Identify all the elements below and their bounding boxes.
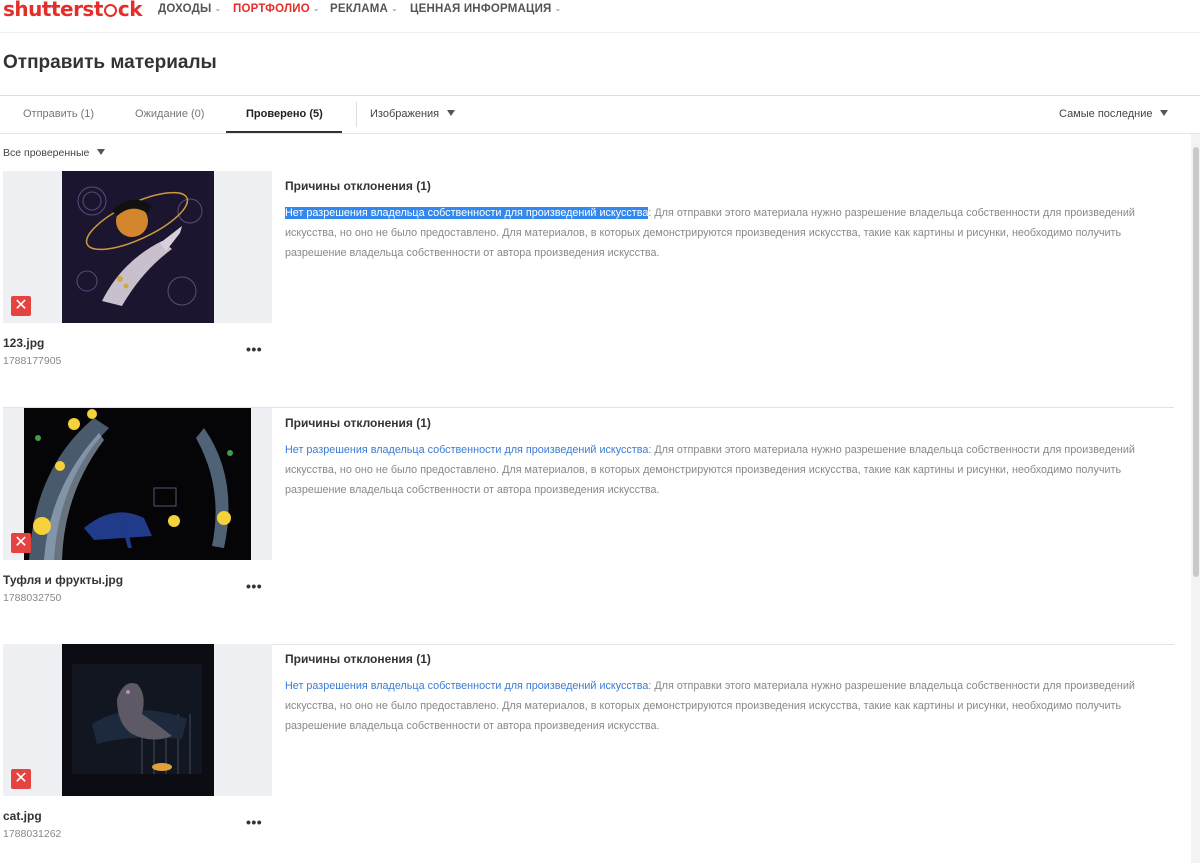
list-item: ✕ Туфля и фрукты.jpg 1788032750 ••• Прич… (0, 408, 1174, 645)
rejection-reasons-title: Причины отклонения (1) (285, 179, 431, 193)
chevron-down-icon: ⌄ (554, 4, 562, 13)
divider (356, 102, 357, 127)
thumbnail-container[interactable]: ✕ (3, 644, 272, 796)
thumbnail-container[interactable]: ✕ (3, 408, 272, 560)
chevron-down-icon: ⌄ (391, 4, 398, 13)
rejection-reason: Нет разрешения владельца собственности д… (285, 676, 1145, 736)
thumbnail-image (62, 644, 214, 796)
more-options-button[interactable]: ••• (246, 814, 262, 830)
rejection-reason-link[interactable]: Нет разрешения владельца собственности д… (285, 444, 648, 456)
rejection-reason: Нет разрешения владельца собственности д… (285, 440, 1145, 500)
nav-insights[interactable]: ЦЕННАЯ ИНФОРМАЦИЯ ⌄ (410, 3, 561, 15)
rejection-reasons-title: Причины отклонения (1) (285, 416, 431, 430)
rejected-icon: ✕ (11, 533, 31, 553)
tab-reviewed[interactable]: Проверено (5) (246, 108, 323, 120)
nav-earnings[interactable]: ДОХОДЫ ⌄ (158, 3, 221, 15)
thumbnail-container[interactable]: ✕ (3, 171, 272, 323)
file-id: 1788031262 (3, 828, 62, 840)
list-item: ✕ 123.jpg 1788177905 ••• Причины отклоне… (0, 171, 1174, 408)
rejection-reason-link[interactable]: Нет разрешения владельца собственности д… (285, 207, 649, 219)
logo-o-icon (103, 4, 117, 17)
nav-portfolio[interactable]: ПОРТФОЛИО ⌄ (233, 3, 320, 15)
rejected-icon: ✕ (11, 769, 31, 789)
file-id: 1788177905 (3, 355, 62, 367)
status-filter-dropdown[interactable]: Все проверенные (3, 147, 106, 159)
caret-down-icon (447, 110, 456, 116)
nav-promote[interactable]: РЕКЛАМА ⌄ (330, 3, 398, 15)
tab-pending[interactable]: Ожидание (0) (135, 108, 204, 120)
sort-dropdown[interactable]: Самые последние (1059, 108, 1169, 120)
more-options-button[interactable]: ••• (246, 341, 262, 357)
chevron-down-icon: ⌄ (312, 4, 320, 13)
caret-down-icon (97, 149, 106, 155)
file-name: 123.jpg (3, 336, 45, 350)
tabs-bar: Отправить (1) Ожидание (0) Проверено (5)… (0, 96, 1200, 134)
tab-to-submit[interactable]: Отправить (1) (23, 108, 94, 120)
rejected-icon: ✕ (11, 296, 31, 316)
active-tab-indicator (226, 131, 342, 133)
rejection-reason: Нет разрешения владельца собственности д… (285, 203, 1145, 263)
thumbnail-image (62, 171, 214, 323)
file-name: Туфля и фрукты.jpg (3, 573, 124, 587)
rejection-reason-link[interactable]: Нет разрешения владельца собственности д… (285, 680, 648, 692)
file-name: cat.jpg (3, 809, 42, 823)
scrollbar-thumb[interactable] (1193, 147, 1199, 577)
list-item: ✕ cat.jpg 1788031262 ••• Причины отклоне… (0, 644, 1174, 863)
more-options-button[interactable]: ••• (246, 578, 262, 594)
caret-down-icon (1160, 110, 1169, 116)
top-navigation: shutterst ck ДОХОДЫ ⌄ ПОРТФОЛИО ⌄ РЕКЛАМА ⌄ … (0, 0, 1200, 33)
shutterstock-logo[interactable]: shutterst ck (3, 0, 143, 21)
page-title: Отправить материалы (3, 52, 217, 73)
file-id: 1788032750 (3, 592, 62, 604)
rejection-reasons-title: Причины отклонения (1) (285, 652, 431, 666)
thumbnail-image (24, 408, 251, 560)
chevron-down-icon: ⌄ (214, 4, 222, 13)
page-header: Отправить материалы (0, 34, 1200, 96)
media-type-dropdown[interactable]: Изображения (370, 108, 456, 120)
